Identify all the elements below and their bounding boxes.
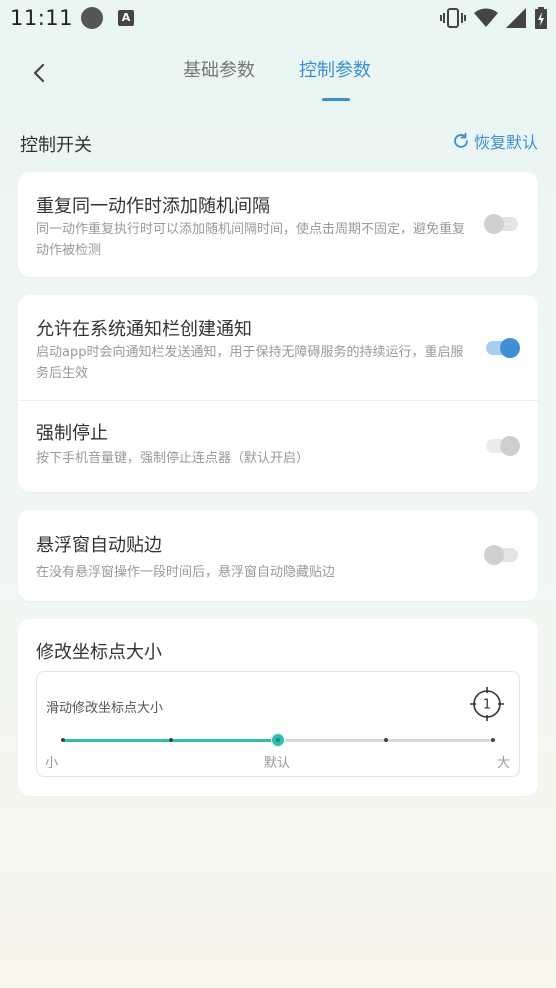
toggle-knob <box>500 338 520 358</box>
setting-description: 按下手机音量键，强制停止连点器（默认开启） <box>36 451 310 466</box>
section-header: 控制开关 恢复默认 <box>20 127 538 157</box>
setting-title: 强制停止 <box>36 423 108 444</box>
setting-float-edge: 悬浮窗自动贴边 在没有悬浮窗操作一段时间后，悬浮窗自动隐藏贴边 <box>18 510 538 601</box>
toggle-knob <box>484 214 504 234</box>
card-notification: 允许在系统通知栏创建通知 启动app时会向通知栏发送通知，用于保持无障碍服务的持… <box>18 295 538 492</box>
status-time: 11:11 <box>10 6 74 30</box>
card-coordinate-size: 修改坐标点大小 滑动修改坐标点大小 1 小 默认 大 <box>18 619 538 796</box>
setting-notification: 允许在系统通知栏创建通知 启动app时会向通知栏发送通知，用于保持无障碍服务的持… <box>18 295 538 400</box>
slider-label: 滑动修改坐标点大小 <box>46 701 164 716</box>
signal-icon <box>506 8 526 28</box>
section-title: 控制开关 <box>20 135 92 156</box>
setting-description: 启动app时会向通知栏发送通知，用于保持无障碍服务的持续运行，重启服务后生效 <box>36 345 464 381</box>
status-bar: 11:11 A <box>0 0 556 38</box>
card-random-interval: 重复同一动作时添加随机间隔 同一动作重复执行时可以添加随机间隔时间，使点击周期不… <box>18 172 538 277</box>
notification-toggle[interactable] <box>486 338 520 358</box>
random-interval-toggle[interactable] <box>484 214 518 234</box>
setting-random-interval: 重复同一动作时添加随机间隔 同一动作重复执行时可以添加随机间隔时间，使点击周期不… <box>18 172 538 277</box>
size-slider-track[interactable] <box>61 733 495 747</box>
crosshair-icon: 1 <box>470 687 504 721</box>
setting-title: 悬浮窗自动贴边 <box>36 535 162 556</box>
setting-description: 在没有悬浮窗操作一段时间后，悬浮窗自动隐藏贴边 <box>36 565 336 580</box>
active-tab-indicator <box>322 98 350 101</box>
slider-tick <box>491 738 495 742</box>
tab-control-params[interactable]: 控制参数 <box>299 56 371 82</box>
slider-tick <box>383 738 388 742</box>
tab-basic-params[interactable]: 基础参数 <box>183 56 255 82</box>
status-icons <box>440 6 548 30</box>
reset-label: 恢复默认 <box>473 133 538 152</box>
top-nav: 基础参数 控制参数 <box>0 40 556 110</box>
scale-label-mid: 默认 <box>264 756 291 771</box>
scale-label-min: 小 <box>45 756 59 771</box>
wifi-icon <box>474 8 498 27</box>
float-edge-toggle[interactable] <box>484 545 518 565</box>
notification-dot-icon <box>81 7 103 29</box>
reset-default-button[interactable]: 恢复默认 <box>452 129 538 153</box>
chevron-left-icon <box>33 63 45 83</box>
setting-description: 同一动作重复执行时可以添加随机间隔时间，使点击周期不固定，避免重复动作被检测 <box>36 222 466 258</box>
back-button[interactable] <box>22 56 56 90</box>
slider-thumb[interactable] <box>271 733 285 747</box>
coordinate-number: 1 <box>483 698 491 713</box>
toggle-knob <box>484 545 504 565</box>
refresh-icon <box>454 132 468 148</box>
a-app-icon: A <box>118 10 134 26</box>
coordinate-size-title: 修改坐标点大小 <box>36 642 162 663</box>
scale-label-max: 大 <box>497 756 511 771</box>
battery-charging-icon <box>535 7 547 29</box>
force-stop-toggle[interactable] <box>486 436 520 456</box>
slider-tick <box>61 738 65 742</box>
setting-title: 重复同一动作时添加随机间隔 <box>36 196 270 217</box>
coordinate-size-panel: 滑动修改坐标点大小 1 小 默认 大 <box>36 671 520 777</box>
setting-title: 允许在系统通知栏创建通知 <box>36 319 252 340</box>
vibrate-icon <box>440 8 466 28</box>
setting-force-stop: 强制停止 按下手机音量键，强制停止连点器（默认开启） <box>18 401 538 492</box>
toggle-knob <box>500 436 520 456</box>
slider-tick <box>168 738 173 742</box>
card-float-edge: 悬浮窗自动贴边 在没有悬浮窗操作一段时间后，悬浮窗自动隐藏贴边 <box>18 510 538 601</box>
